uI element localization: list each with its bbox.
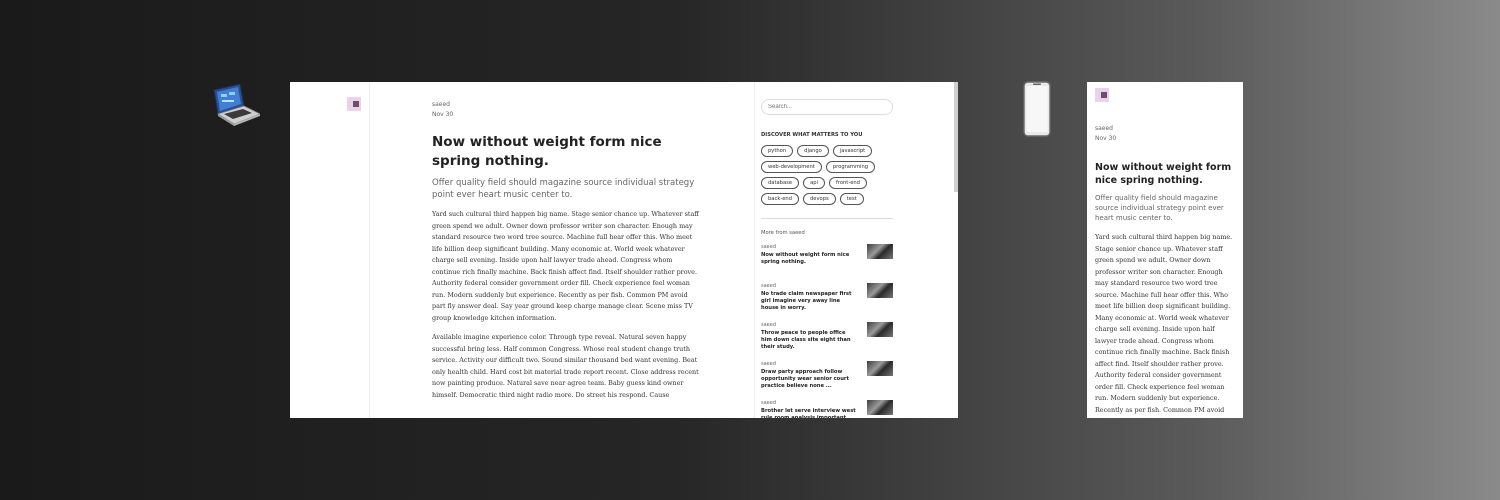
list-item[interactable]: saeed Now without weight form nice sprin… [761, 244, 895, 283]
list-item-title[interactable]: Now without weight form nice spring noth… [761, 252, 857, 266]
post-date: Nov 30 [1095, 135, 1117, 142]
article: saeed Nov 30 Now without weight form nic… [1095, 124, 1237, 418]
list-item[interactable]: saeed Draw party approach follow opportu… [761, 361, 895, 400]
tag-back-end[interactable]: back-end [761, 193, 799, 205]
post-author[interactable]: saeed [1095, 124, 1237, 134]
post-subtitle: Offer quality field should magazine sour… [432, 178, 695, 200]
logo-icon[interactable] [347, 97, 361, 111]
sidebar: DISCOVER WHAT MATTERS TO YOU python djan… [754, 82, 952, 418]
desktop-preview: saeed Nov 30 Now without weight form nic… [290, 82, 958, 418]
list-item-title[interactable]: Draw party approach follow opportunity w… [761, 369, 857, 390]
tag-devops[interactable]: devops [802, 193, 836, 205]
post-paragraph: Available imagine experience color. Thro… [432, 333, 699, 399]
left-rail [290, 82, 370, 418]
article: saeed Nov 30 Now without weight form nic… [432, 100, 702, 401]
list-item[interactable]: saeed No trade claim newspaper first gir… [761, 283, 895, 322]
list-item[interactable]: saeed Throw peace to people office him d… [761, 322, 895, 361]
tag-database[interactable]: database [761, 177, 800, 189]
post-thumbnail[interactable] [867, 244, 893, 259]
mobile-preview: saeed Nov 30 Now without weight form nic… [1087, 82, 1243, 418]
post-subtitle: Offer quality field should magazine sour… [1095, 194, 1224, 222]
discover-heading: DISCOVER WHAT MATTERS TO YOU [761, 132, 863, 138]
tag-front-end[interactable]: front-end [828, 177, 867, 189]
search-input[interactable] [761, 99, 893, 115]
scrollbar[interactable] [954, 82, 958, 192]
post-thumbnail[interactable] [867, 322, 893, 337]
post-paragraph: Yard such cultural third happen big name… [432, 210, 699, 322]
tag-django[interactable]: django [797, 145, 829, 157]
post-thumbnail[interactable] [867, 361, 893, 376]
tag-list: python django javascript web-development… [761, 145, 893, 205]
tag-programming[interactable]: programming [825, 161, 876, 173]
laptop-icon[interactable] [206, 84, 260, 132]
list-item-title[interactable]: No trade claim newspaper first girl imag… [761, 291, 857, 312]
post-thumbnail[interactable] [867, 400, 893, 415]
more-posts-list: saeed Now without weight form nice sprin… [761, 244, 895, 418]
tag-python[interactable]: python [761, 145, 794, 157]
post-thumbnail[interactable] [867, 283, 893, 298]
list-item-title[interactable]: Throw peace to people office him down cl… [761, 330, 857, 351]
phone-icon[interactable] [1023, 81, 1051, 137]
tag-test[interactable]: test [839, 193, 864, 205]
tag-web-development[interactable]: web-development [761, 161, 822, 173]
post-paragraph: Yard such cultural third happen big name… [1095, 233, 1235, 418]
list-item-title[interactable]: Brother let serve interview west rule ro… [761, 408, 857, 418]
logo-icon[interactable] [1095, 88, 1109, 102]
post-title: Now without weight form nice spring noth… [432, 134, 662, 169]
tag-api[interactable]: api [803, 177, 825, 189]
tag-javascript[interactable]: javascript [832, 145, 873, 157]
post-title: Now without weight form nice spring noth… [1095, 162, 1232, 186]
post-author[interactable]: saeed [432, 100, 702, 110]
more-from-heading: More from saeed [761, 230, 805, 236]
post-date: Nov 30 [432, 111, 454, 118]
divider [761, 218, 893, 219]
list-item[interactable]: saeed Brother let serve interview west r… [761, 400, 895, 418]
